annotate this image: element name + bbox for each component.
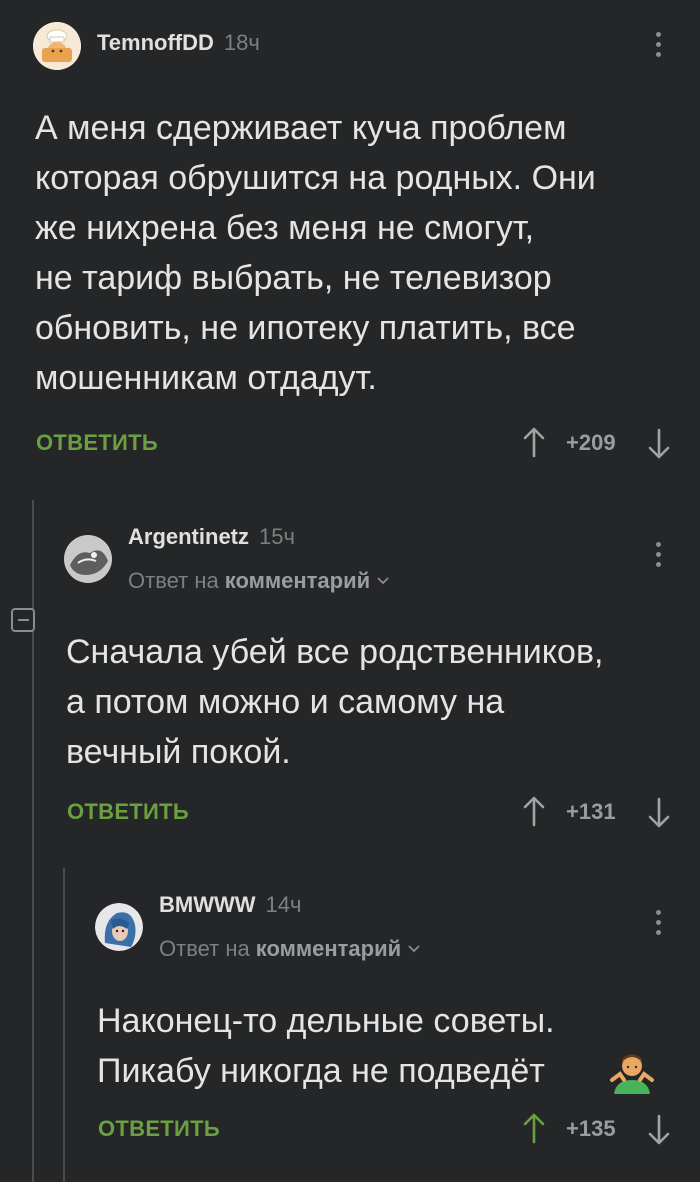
chef-avatar-icon xyxy=(33,22,81,70)
reply-button[interactable]: ОТВЕТИТЬ xyxy=(67,799,189,825)
rating: +135 xyxy=(566,1116,616,1141)
reply-button[interactable]: ОТВЕТИТЬ xyxy=(36,430,158,456)
comment-text: А меня сдерживает куча проблем которая о… xyxy=(35,109,596,397)
arrow-up-icon[interactable] xyxy=(522,795,546,827)
avatar-image xyxy=(95,903,143,951)
timestamp: 15ч xyxy=(259,524,295,549)
rating: +131 xyxy=(566,799,616,824)
shrug-emoji xyxy=(610,1054,654,1094)
kebab-menu-icon[interactable] xyxy=(654,32,662,57)
comment-text: Сначала убей все родственников, а потом … xyxy=(66,633,604,771)
rating: +209 xyxy=(566,430,616,455)
arrow-down-icon[interactable] xyxy=(647,428,671,460)
arrow-up-icon[interactable] xyxy=(522,426,546,458)
chevron-down-icon xyxy=(408,945,420,953)
collapse-icon xyxy=(17,619,29,621)
timestamp: 18ч xyxy=(223,30,260,55)
avatar[interactable] xyxy=(95,903,143,951)
arrow-down-icon[interactable] xyxy=(647,1114,671,1146)
username[interactable]: BMWWW xyxy=(159,892,256,918)
reply-to-link[interactable]: Ответ на комментарий xyxy=(128,568,390,594)
chevron-down-icon xyxy=(377,577,389,585)
username[interactable]: Argentinetz xyxy=(128,524,249,550)
avatar[interactable] xyxy=(64,535,112,583)
arrow-down-icon[interactable] xyxy=(647,797,671,829)
avatar-image xyxy=(64,535,112,583)
avatar[interactable] xyxy=(33,22,81,70)
kebab-menu-icon[interactable] xyxy=(654,910,662,935)
arrow-up-icon[interactable] xyxy=(522,1112,546,1144)
reply-button[interactable]: ОТВЕТИТЬ xyxy=(98,1116,220,1142)
thread-line-level-2 xyxy=(63,868,65,1182)
timestamp: 14ч xyxy=(265,892,302,917)
collapse-thread-button[interactable] xyxy=(11,608,35,632)
comment-text: Наконец-то дельные советы. Пикабу никогд… xyxy=(97,1002,555,1090)
thread-line-level-1 xyxy=(32,500,34,1182)
username[interactable]: TemnoffDD xyxy=(97,30,214,56)
kebab-menu-icon[interactable] xyxy=(654,542,662,567)
reply-to-link[interactable]: Ответ на комментарий xyxy=(159,936,421,962)
